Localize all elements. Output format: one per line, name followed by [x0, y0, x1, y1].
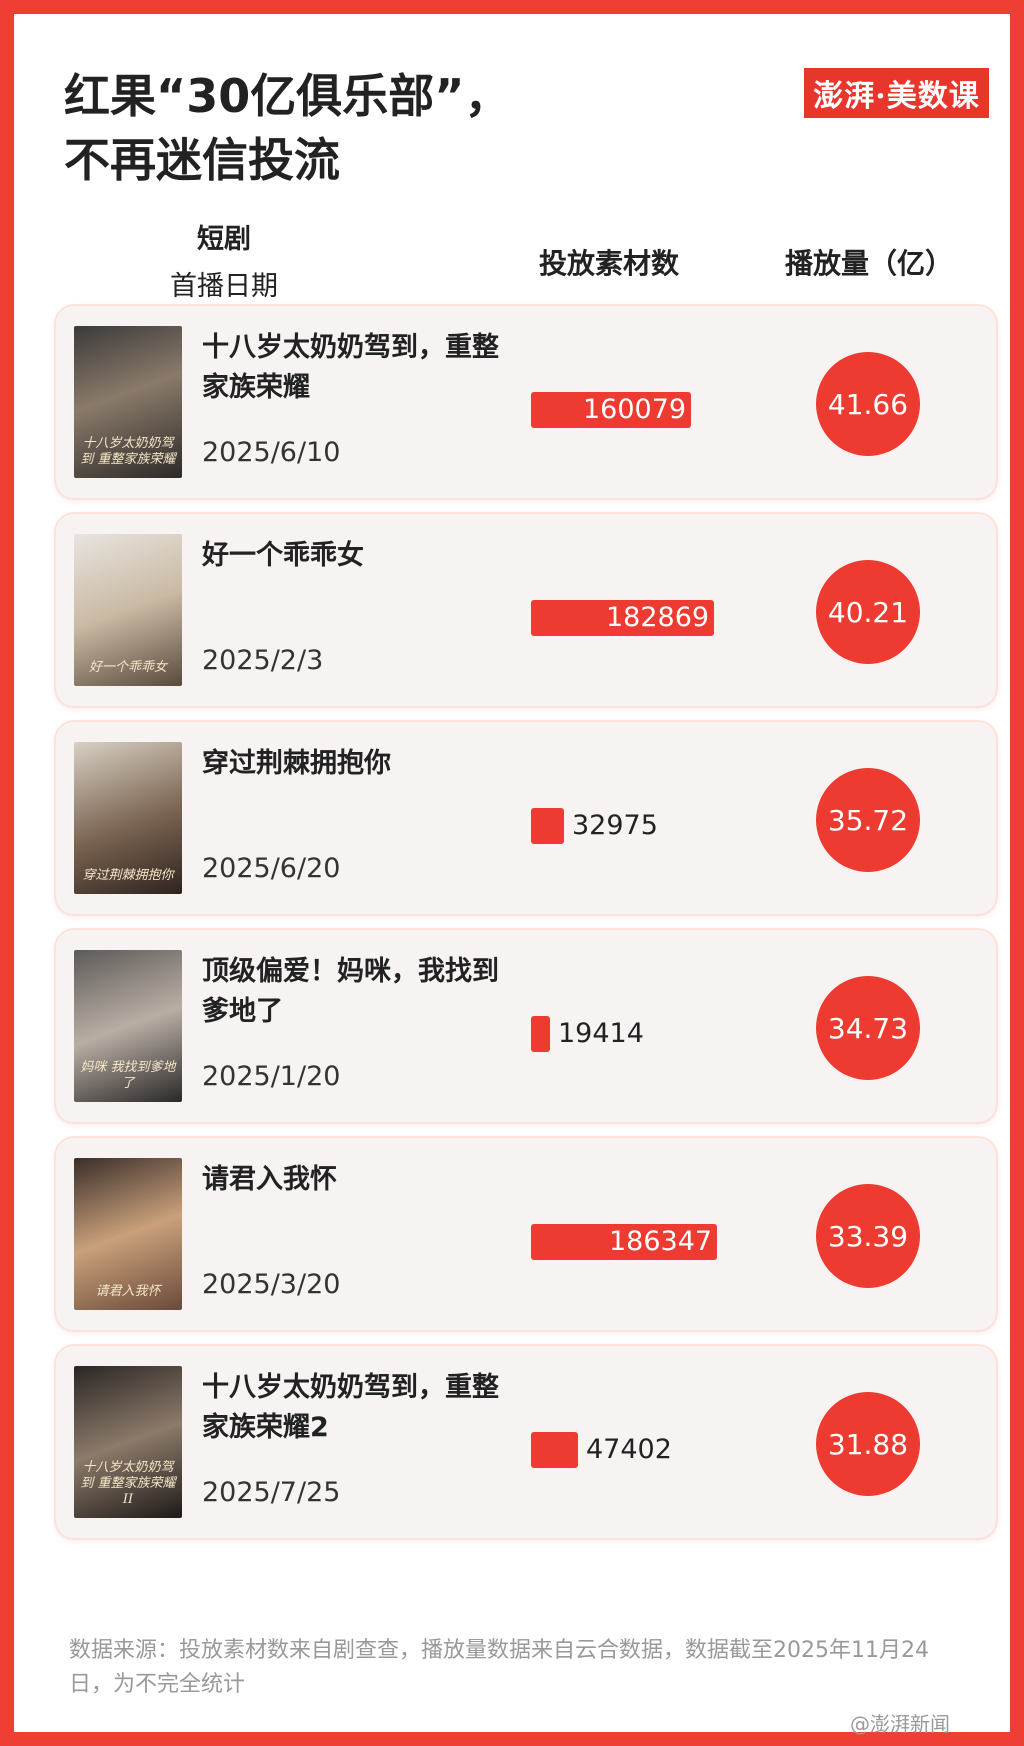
plays-circle: 34.73: [816, 976, 920, 1080]
page-title: 红果“30亿俱乐部”， 不再迷信投流: [64, 64, 510, 192]
drama-name: 好一个乖乖女: [202, 540, 364, 571]
drama-poster: 十八岁太奶奶驾到 重整家族荣耀II: [74, 1366, 182, 1518]
plays-circle: 31.88: [816, 1392, 920, 1496]
premiere-date: 2025/2/3: [202, 645, 324, 676]
plays-circle: 33.39: [816, 1184, 920, 1288]
materials-value: 186347: [609, 1226, 713, 1257]
table-row: 十八岁太奶奶驾到 重整家族荣耀 十八岁太奶奶驾到，重整家族荣耀 2025/6/10 1…: [56, 306, 996, 498]
header-drama: 短剧: [197, 224, 251, 255]
materials-value: 32975: [572, 810, 658, 841]
drama-name: 请君入我怀: [202, 1164, 337, 1195]
title-line-1: 红果“30亿俱乐部”，: [64, 69, 511, 123]
table-row: 妈咪 我找到爹地了 顶级偏爱！妈咪，我找到爹地了 2025/1/20 19414 34.…: [56, 930, 996, 1122]
drama-name: 穿过荆棘拥抱你: [202, 748, 391, 779]
drama-name: 十八岁太奶奶驾到，重整家族荣耀: [202, 332, 499, 403]
poster-caption: 好一个乖乖女: [88, 660, 167, 675]
poster-caption: 妈咪 我找到爹地了: [80, 1060, 176, 1091]
premiere-date: 2025/6/10: [202, 437, 341, 468]
drama-poster: 十八岁太奶奶驾到 重整家族荣耀: [74, 326, 182, 478]
plays-circle: 35.72: [816, 768, 920, 872]
premiere-date: 2025/1/20: [202, 1061, 341, 1092]
materials-value: 47402: [586, 1434, 672, 1465]
poster-caption: 十八岁太奶奶驾到 重整家族荣耀II: [80, 1460, 176, 1507]
materials-value: 182869: [606, 602, 710, 633]
watermark: @澎湃新闻: [850, 1712, 950, 1736]
materials-bar: [531, 808, 564, 844]
drama-poster: 请君入我怀: [74, 1158, 182, 1310]
poster-caption: 请君入我怀: [95, 1284, 161, 1299]
premiere-date: 2025/3/20: [202, 1269, 341, 1300]
data-source-note: 数据来源：投放素材数来自剧查查，播放量数据来自云合数据，数据截至2025年11月…: [69, 1638, 929, 1697]
header-date: 首播日期: [170, 271, 278, 302]
table-row: 穿过荆棘拥抱你 穿过荆棘拥抱你 2025/6/20 32975 35.72: [56, 722, 996, 914]
plays-circle: 40.21: [816, 560, 920, 664]
table-row: 好一个乖乖女 好一个乖乖女 2025/2/3 182869 40.21: [56, 514, 996, 706]
title-line-2: 不再迷信投流: [64, 133, 340, 187]
materials-value: 19414: [558, 1018, 644, 1049]
materials-bar: [531, 1432, 578, 1468]
poster-caption: 穿过荆棘拥抱你: [82, 868, 174, 883]
premiere-date: 2025/6/20: [202, 853, 341, 884]
header-materials: 投放素材数: [538, 247, 679, 280]
drama-poster: 穿过荆棘拥抱你: [74, 742, 182, 894]
table-row: 请君入我怀 请君入我怀 2025/3/20 186347 33.39: [56, 1138, 996, 1330]
drama-poster: 妈咪 我找到爹地了: [74, 950, 182, 1102]
header-plays: 播放量（亿）: [784, 247, 953, 280]
drama-poster: 好一个乖乖女: [74, 534, 182, 686]
poster-caption: 十八岁太奶奶驾到 重整家族荣耀: [80, 436, 176, 467]
brand-logo: 澎湃·美数课: [804, 68, 989, 118]
premiere-date: 2025/7/25: [202, 1477, 341, 1508]
materials-value: 160079: [583, 394, 687, 425]
drama-name: 顶级偏爱！妈咪，我找到爹地了: [202, 956, 499, 1027]
materials-bar: [531, 1016, 550, 1052]
table-row: 十八岁太奶奶驾到 重整家族荣耀II 十八岁太奶奶驾到，重整家族荣耀2 2025/7/…: [56, 1346, 996, 1538]
infographic-card: 红果“30亿俱乐部”， 不再迷信投流 澎湃·美数课 短剧 首播日期 投放素材数 …: [14, 14, 1010, 1732]
plays-circle: 41.66: [816, 352, 920, 456]
drama-name: 十八岁太奶奶驾到，重整家族荣耀2: [202, 1372, 499, 1443]
